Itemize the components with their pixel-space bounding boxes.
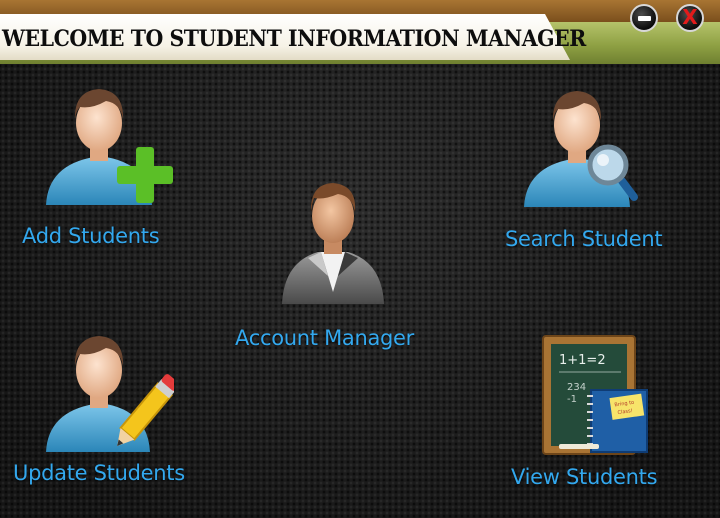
user-add-icon (46, 89, 173, 205)
title-bar: WELCOME TO STUDENT INFORMATION MANAGER (0, 0, 720, 64)
svg-text:-1: -1 (567, 394, 577, 405)
minimize-icon (637, 15, 651, 21)
update-students-tile[interactable]: Update Students (10, 330, 220, 495)
chalkboard-icon: 1+1=2 234 -1 Bring to Class! (542, 335, 648, 455)
user-search-icon (524, 91, 638, 207)
add-students-label: Add Students (22, 224, 160, 248)
update-students-label: Update Students (13, 461, 185, 485)
add-students-tile[interactable]: Add Students (20, 85, 190, 255)
account-manager-tile[interactable]: Account Manager (230, 180, 450, 355)
board-equation: 1+1=2 (559, 353, 606, 368)
svg-text:234: 234 (567, 382, 586, 393)
close-button[interactable]: X (676, 4, 704, 32)
view-students-label: View Students (511, 465, 658, 489)
account-manager-icon (282, 183, 384, 304)
close-icon: X (682, 5, 698, 29)
user-edit-icon (46, 336, 174, 452)
view-students-tile[interactable]: 1+1=2 234 -1 Bring to Class! View Studen… (505, 330, 695, 495)
window-title: WELCOME TO STUDENT INFORMATION MANAGER (2, 26, 586, 52)
search-student-label: Search Student (505, 227, 663, 251)
account-manager-label: Account Manager (235, 326, 415, 350)
search-student-tile[interactable]: Search Student (500, 85, 700, 260)
minimize-button[interactable] (630, 4, 658, 32)
